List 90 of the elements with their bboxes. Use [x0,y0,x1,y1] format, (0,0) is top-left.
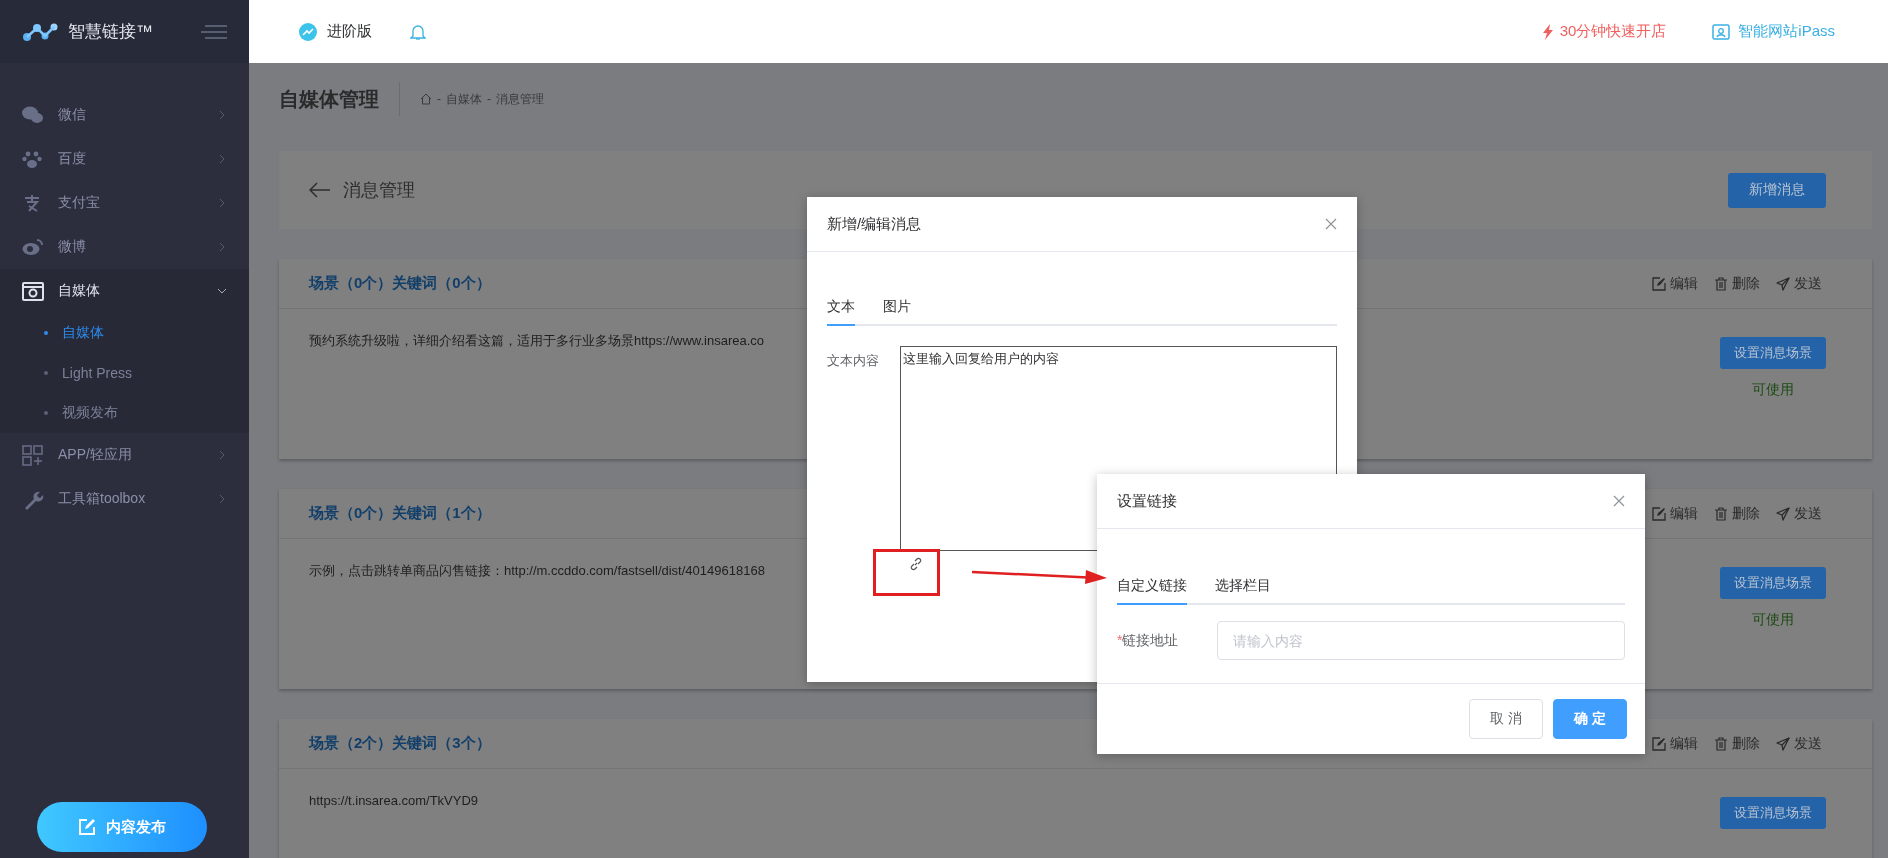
add-message-button[interactable]: 新增消息 [1728,172,1826,208]
message-title: 场景（0个）关键词（0个） [309,274,491,293]
status-label: 可使用 [1752,611,1794,629]
bell-icon[interactable] [410,22,426,41]
close-button[interactable] [1613,495,1625,507]
tab[interactable]: 文本 [827,288,855,326]
breadcrumb-separator: - [487,92,491,106]
message-title: 场景（2个）关键词（3个） [309,734,491,753]
sidebar-item[interactable]: 微博 [0,225,249,269]
menu-icon[interactable] [201,23,227,40]
action-link[interactable]: 发送 [1776,734,1822,753]
page-title: 自媒体管理 [279,82,400,116]
highlight-frame [873,549,940,596]
chevron-icon [217,154,227,164]
edit-icon [1652,506,1666,521]
trash-icon [1714,506,1728,521]
cancel-button[interactable]: 取 消 [1469,699,1543,739]
set-scene-button[interactable]: 设置消息场景 [1720,797,1826,829]
panel-title: 消息管理 [343,179,416,202]
close-icon [1325,218,1337,230]
sidebar-item[interactable]: APP/轻应用 [0,433,249,477]
action-link[interactable]: 发送 [1776,274,1822,293]
action-link[interactable]: 删除 [1714,274,1760,293]
site-link[interactable]: 智能网站iPass [1712,22,1835,41]
tab[interactable]: 自定义链接 [1117,567,1187,605]
action-link[interactable]: 编辑 [1652,274,1698,293]
paper-plane-icon [1776,506,1790,521]
chat-bubbles-icon [22,104,44,126]
sidebar-item[interactable]: 百度 [0,137,249,181]
sidebar-item[interactable]: 支付宝 [0,181,249,225]
swirl-eye-icon [22,236,44,258]
edit-icon [1652,276,1666,291]
action-link[interactable]: 编辑 [1652,734,1698,753]
lightning-icon [1542,23,1554,40]
breadcrumb-item[interactable]: 自媒体 [446,90,482,108]
paper-plane-icon [1776,736,1790,751]
edit-icon [78,818,96,836]
tab[interactable]: 图片 [883,288,911,326]
action-link[interactable]: 删除 [1714,504,1760,523]
sidebar-subitem[interactable]: 自媒体 [0,313,249,353]
profile-card-icon [1712,23,1731,40]
close-button[interactable] [1325,218,1337,230]
sidebar-item[interactable]: 自媒体 [0,269,249,313]
grid-plus-icon [22,444,44,466]
field-label: 文本内容 [827,352,880,370]
trend-icon [299,22,317,41]
message-title: 场景（0个）关键词（1个） [309,504,491,523]
field-label: *链接地址 [1117,631,1180,650]
sidebar-item[interactable]: 微信 [0,93,249,137]
publish-button[interactable]: 内容发布 [37,802,207,852]
chevron-icon [217,494,227,504]
message-text: 示例，点击跳转单商品闪售链接：http://m.ccddo.com/fastsell/dist/40149618168 [309,562,765,580]
plan-label: 进阶版 [327,22,372,41]
bullet-icon [44,331,48,335]
dialog-title: 设置链接 [1117,491,1178,511]
close-icon [1613,495,1625,507]
action-link[interactable]: 删除 [1714,734,1760,753]
message-text: https://t.insarea.com/TkVYD9 [309,792,479,810]
breadcrumb-separator: - [437,92,441,106]
action-link[interactable]: 发送 [1776,504,1822,523]
chevron-icon [217,450,227,460]
camera-window-icon [22,280,44,302]
sidebar-item[interactable]: 工具箱toolbox [0,477,249,521]
set-scene-button[interactable]: 设置消息场景 [1720,567,1826,599]
logo-text: 智慧链接™ [68,21,154,43]
dialog-title: 新增/编辑消息 [827,214,923,234]
chevron-icon [217,286,227,296]
bullet-icon [44,371,48,375]
message-text: 预约系统升级啦，详细介绍看这篇，适用于多行业多场景https://www.insarea.co [309,332,765,350]
home-icon[interactable] [420,93,432,105]
sidebar-subitem[interactable]: 视频发布 [0,393,249,433]
status-label: 可使用 [1752,381,1794,399]
chevron-icon [217,198,227,208]
sidebar-subitem[interactable]: Light Press [0,353,249,393]
promo-link[interactable]: 30分钟快速开店 [1542,22,1667,41]
link-icon[interactable] [909,557,923,571]
chevron-icon [217,110,227,120]
tab[interactable]: 选择栏目 [1215,567,1271,605]
action-link[interactable]: 编辑 [1652,504,1698,523]
back-arrow-icon[interactable] [309,182,331,198]
trash-icon [1714,276,1728,291]
chevron-icon [217,242,227,252]
confirm-button[interactable]: 确 定 [1553,699,1627,739]
breadcrumb-item[interactable]: 消息管理 [496,90,544,108]
paper-plane-icon [1776,276,1790,291]
edit-icon [1652,736,1666,751]
set-scene-button[interactable]: 设置消息场景 [1720,337,1826,369]
input-field[interactable]: 请输入内容 [1216,621,1625,660]
bullet-icon [44,411,48,415]
trash-icon [1714,736,1728,751]
